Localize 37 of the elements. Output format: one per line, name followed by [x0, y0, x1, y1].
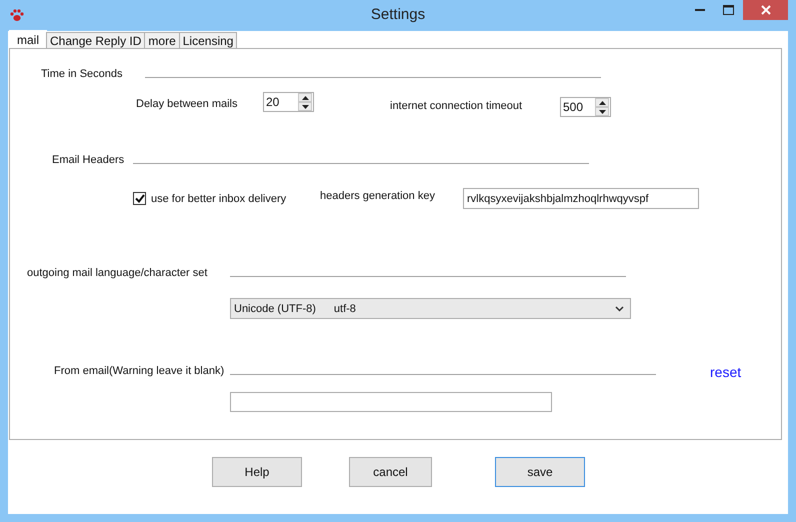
text-field[interactable]: rvlkqsyxevijakshbjalmzhoqlrhwqyvspf — [463, 188, 699, 209]
paw-icon — [10, 9, 24, 22]
section-title: Time in Seconds — [41, 68, 124, 80]
dialog-button[interactable]: cancel — [349, 457, 432, 487]
tab[interactable]: Change Reply ID — [46, 32, 146, 48]
field-label: internet connection timeout — [390, 100, 524, 112]
window-title: Settings — [370, 6, 426, 23]
maximize-icon — [723, 5, 734, 15]
field-label: Delay between mails — [136, 98, 238, 110]
minimize-icon — [694, 9, 704, 11]
down-arrow-icon — [598, 110, 606, 114]
up-arrow-button[interactable] — [298, 93, 312, 102]
up-arrow-icon — [598, 100, 606, 104]
tab[interactable]: Licensing — [178, 32, 238, 48]
tab[interactable]: more — [144, 32, 180, 48]
caret-icon — [615, 306, 624, 312]
close-button[interactable] — [743, 0, 788, 20]
number-spinner[interactable]: 500 — [560, 97, 611, 117]
up-arrow-button[interactable] — [595, 98, 609, 107]
reset-link[interactable]: reset — [710, 364, 742, 380]
section-title: Email Headers — [52, 154, 126, 166]
down-arrow-button[interactable] — [595, 107, 609, 116]
dialog-button[interactable]: Help — [212, 457, 302, 487]
dialog-button[interactable]: save — [495, 457, 585, 487]
checkbox-label[interactable]: use for better inbox delivery — [151, 192, 320, 204]
dropdown[interactable]: Unicode (UTF-8) utf-8 — [230, 298, 631, 319]
checkmark-icon — [134, 194, 144, 203]
up-arrow-icon — [302, 96, 308, 100]
field-label: headers generation key — [320, 190, 436, 202]
checkbox[interactable] — [133, 192, 146, 205]
close-icon — [760, 5, 770, 15]
down-arrow-icon — [302, 104, 308, 108]
email-field[interactable] — [230, 392, 552, 412]
section-title: outgoing mail language/character set — [27, 267, 208, 279]
section-title: From email(Warning leave it blank) — [54, 365, 226, 377]
number-spinner[interactable]: 20 — [263, 92, 314, 112]
down-arrow-button[interactable] — [298, 102, 312, 111]
